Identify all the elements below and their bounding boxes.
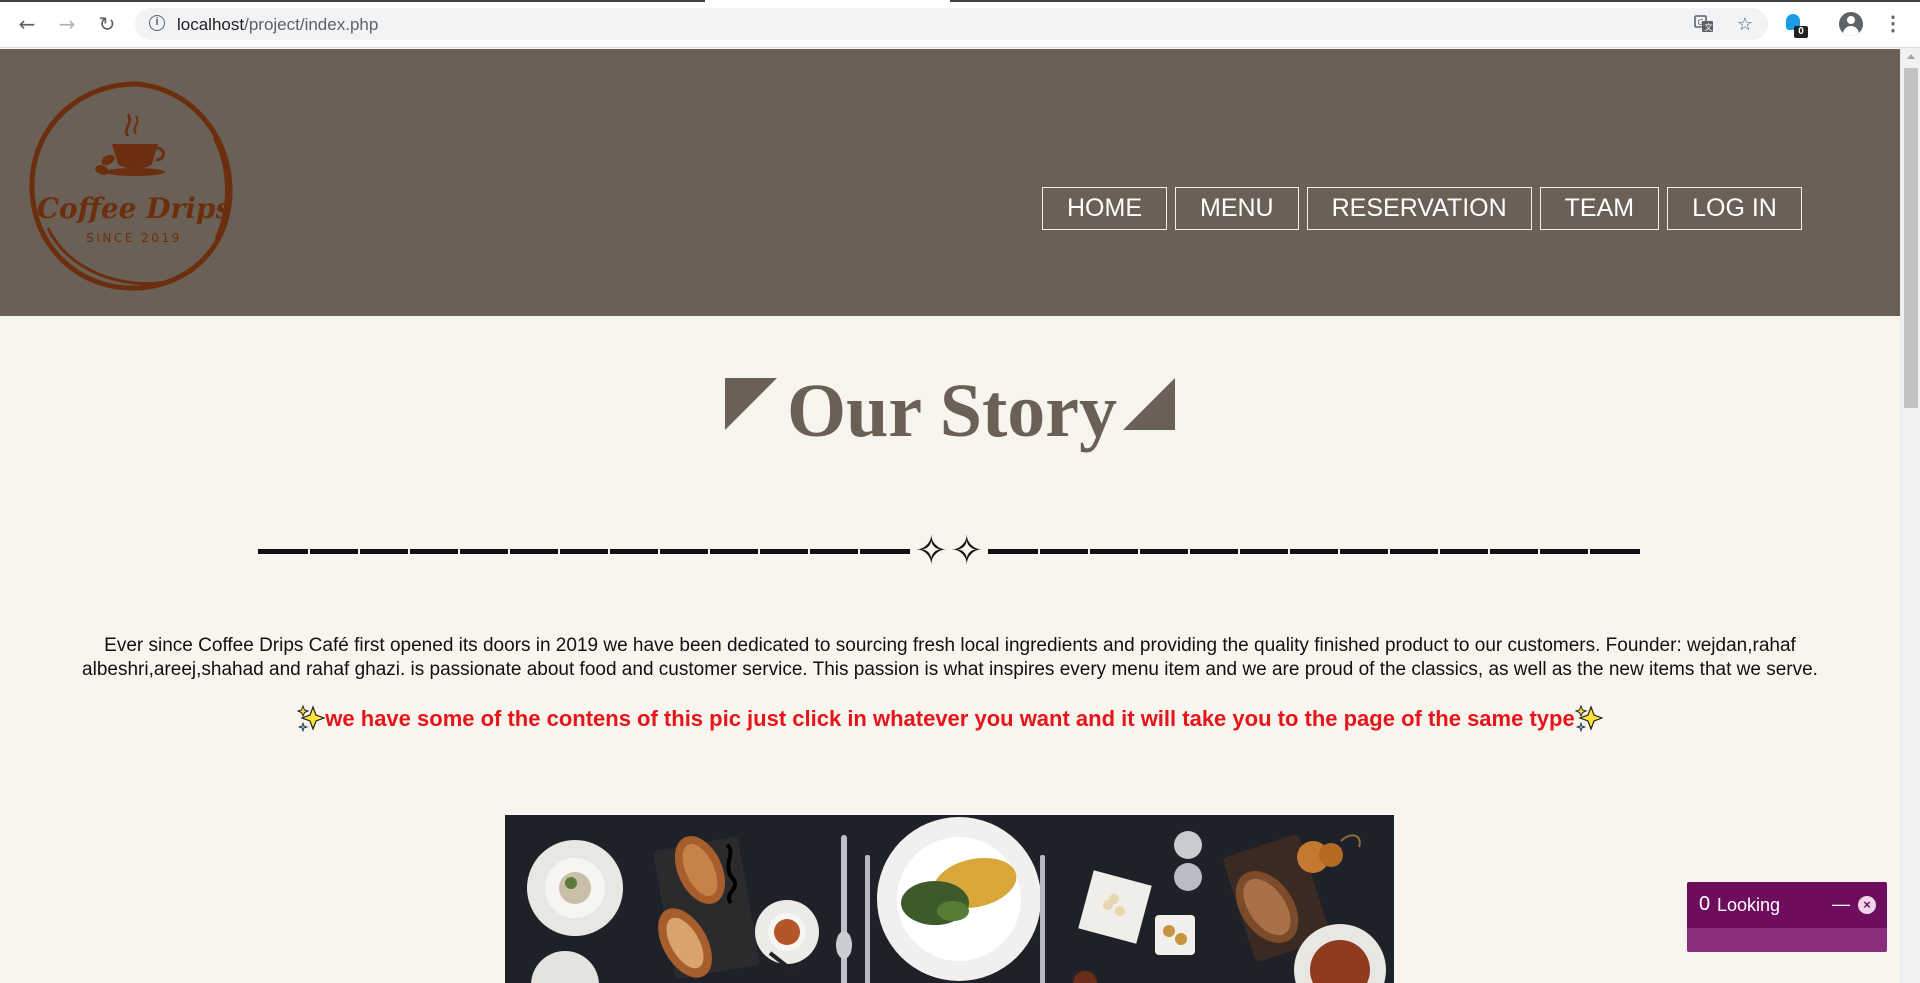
sparkle-divider-icon: ✧✧ [914, 528, 986, 574]
nav-home[interactable]: HOME [1042, 187, 1167, 230]
site-info-icon[interactable]: i [149, 15, 165, 31]
svg-text:Coffee Drips: Coffee Drips [37, 192, 232, 225]
svg-text:文: 文 [1705, 22, 1713, 32]
close-icon[interactable]: × [1858, 896, 1876, 914]
sparkles-icon [297, 704, 326, 732]
main-navigation: HOME MENU RESERVATION TEAM LOG IN [1042, 187, 1802, 230]
extension-ghost-icon[interactable]: 0 [1784, 12, 1808, 38]
account-icon[interactable] [1839, 12, 1863, 36]
story-paragraph: Ever since Coffee Drips Café first opene… [82, 635, 1818, 680]
star-icon[interactable]: ☆ [1734, 14, 1756, 36]
translate-icon[interactable]: G文 [1693, 14, 1715, 36]
chat-widget[interactable]: 0 Looking — × [1687, 882, 1887, 952]
site-header: Coffee Drips SINCE 2019 HOME MENU RESERV… [0, 49, 1900, 316]
forward-arrow-icon[interactable]: → [53, 10, 81, 38]
snack-bowl-hotspot[interactable] [1155, 915, 1195, 955]
story-hint: we have some of the contens of this pic … [0, 704, 1900, 734]
chat-visitor-count: 0 [1699, 893, 1711, 915]
omelette-plate-hotspot[interactable] [877, 817, 1041, 981]
address-url[interactable]: localhost/project/index.php [177, 15, 378, 35]
nav-reservation[interactable]: RESERVATION [1306, 187, 1532, 230]
scrollbar-thumb[interactable] [1904, 68, 1918, 408]
story-hint-text: we have some of the contens of this pic … [325, 706, 1575, 731]
food-table-image-map[interactable] [505, 815, 1394, 983]
nav-team[interactable]: TEAM [1539, 187, 1660, 230]
svg-text:G: G [1698, 18, 1704, 27]
browser-toolbar: ← → ↻ i localhost/project/index.php G文 ☆… [0, 0, 1920, 48]
story-section: Our Story ✧✧ Ever since Coffee Drips Caf… [0, 316, 1900, 983]
nav-log-in[interactable]: LOG IN [1667, 187, 1802, 230]
svg-text:SINCE 2019: SINCE 2019 [86, 231, 181, 245]
address-bar[interactable]: i localhost/project/index.php G文 ☆ [135, 8, 1768, 40]
sparkles-icon [1574, 704, 1603, 732]
story-title-text: Our Story [786, 369, 1118, 453]
chat-status-label: Looking [1717, 895, 1781, 915]
tab-strip-edge [0, 0, 1920, 2]
page-scrollbar[interactable] [1900, 48, 1920, 983]
chat-widget-bar[interactable]: 0 Looking — × [1687, 882, 1887, 928]
back-arrow-icon[interactable]: ← [13, 10, 41, 38]
coffee-drips-logo[interactable]: Coffee Drips SINCE 2019 [18, 78, 248, 298]
nav-menu[interactable]: MENU [1175, 187, 1299, 230]
triangle-right-icon [1123, 378, 1176, 430]
triangle-left-icon [724, 378, 777, 430]
scroll-up-icon[interactable] [1907, 54, 1915, 59]
reload-icon[interactable]: ↻ [93, 10, 121, 38]
story-heading: Our Story [0, 366, 1900, 456]
dessert-bowl-hotspot[interactable] [527, 840, 623, 936]
menu-kebab-icon[interactable]: ⋮ [1883, 12, 1903, 36]
minimize-icon[interactable]: — [1832, 892, 1850, 916]
ornamental-divider: ✧✧ [258, 526, 1640, 576]
chat-widget-footer [1687, 928, 1887, 952]
